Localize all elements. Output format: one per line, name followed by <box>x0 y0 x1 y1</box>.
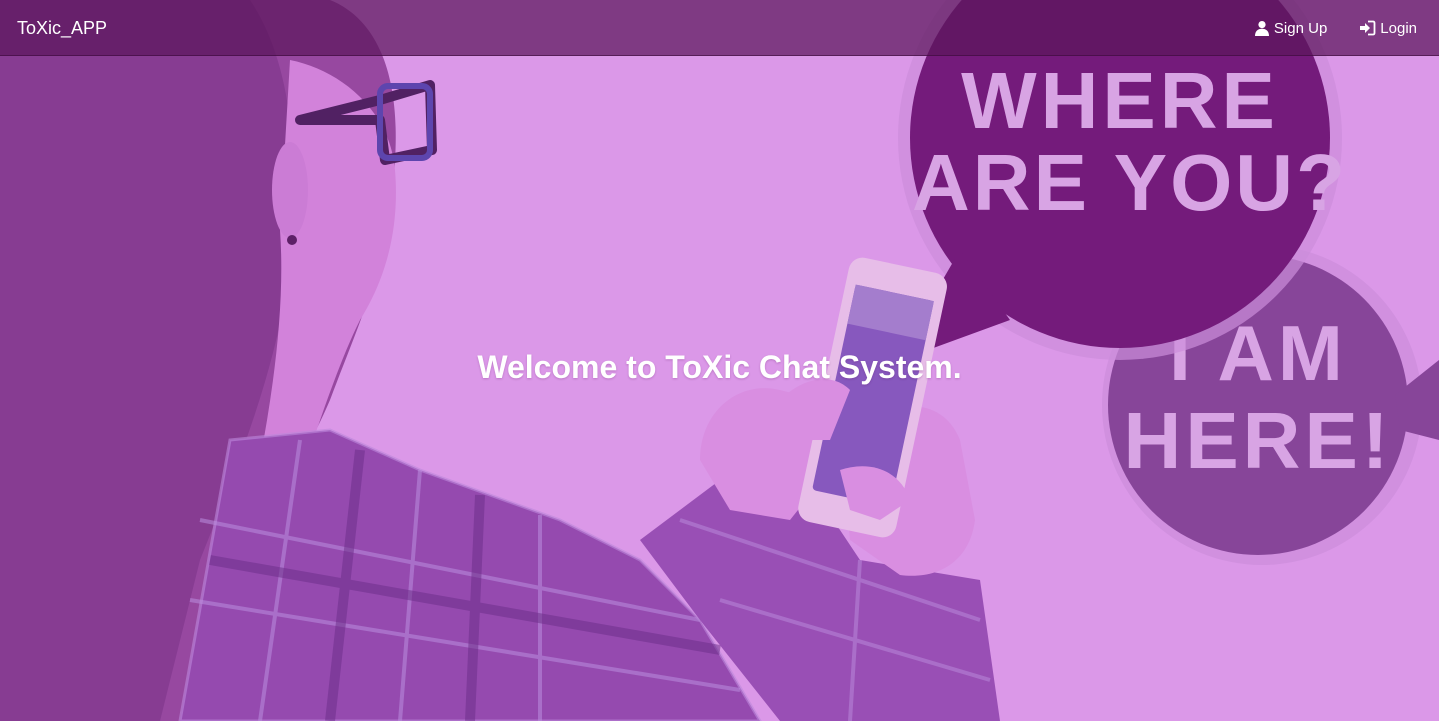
login-label: Login <box>1380 19 1417 37</box>
brand-link[interactable]: ToXic_APP <box>17 17 107 39</box>
landing-page: I AM HERE! WHERE ARE YOU? ToXic_APP Sign… <box>0 0 1439 721</box>
user-icon <box>1254 20 1270 36</box>
login-link[interactable]: Login <box>1359 20 1417 37</box>
welcome-heading: Welcome to ToXic Chat System. <box>477 349 962 386</box>
nav-links: Sign Up Login <box>1254 0 1417 56</box>
top-navbar: ToXic_APP Sign Up Login <box>0 0 1439 56</box>
signup-label: Sign Up <box>1273 19 1328 37</box>
sign-in-icon <box>1359 20 1376 36</box>
signup-link[interactable]: Sign Up <box>1254 20 1327 37</box>
